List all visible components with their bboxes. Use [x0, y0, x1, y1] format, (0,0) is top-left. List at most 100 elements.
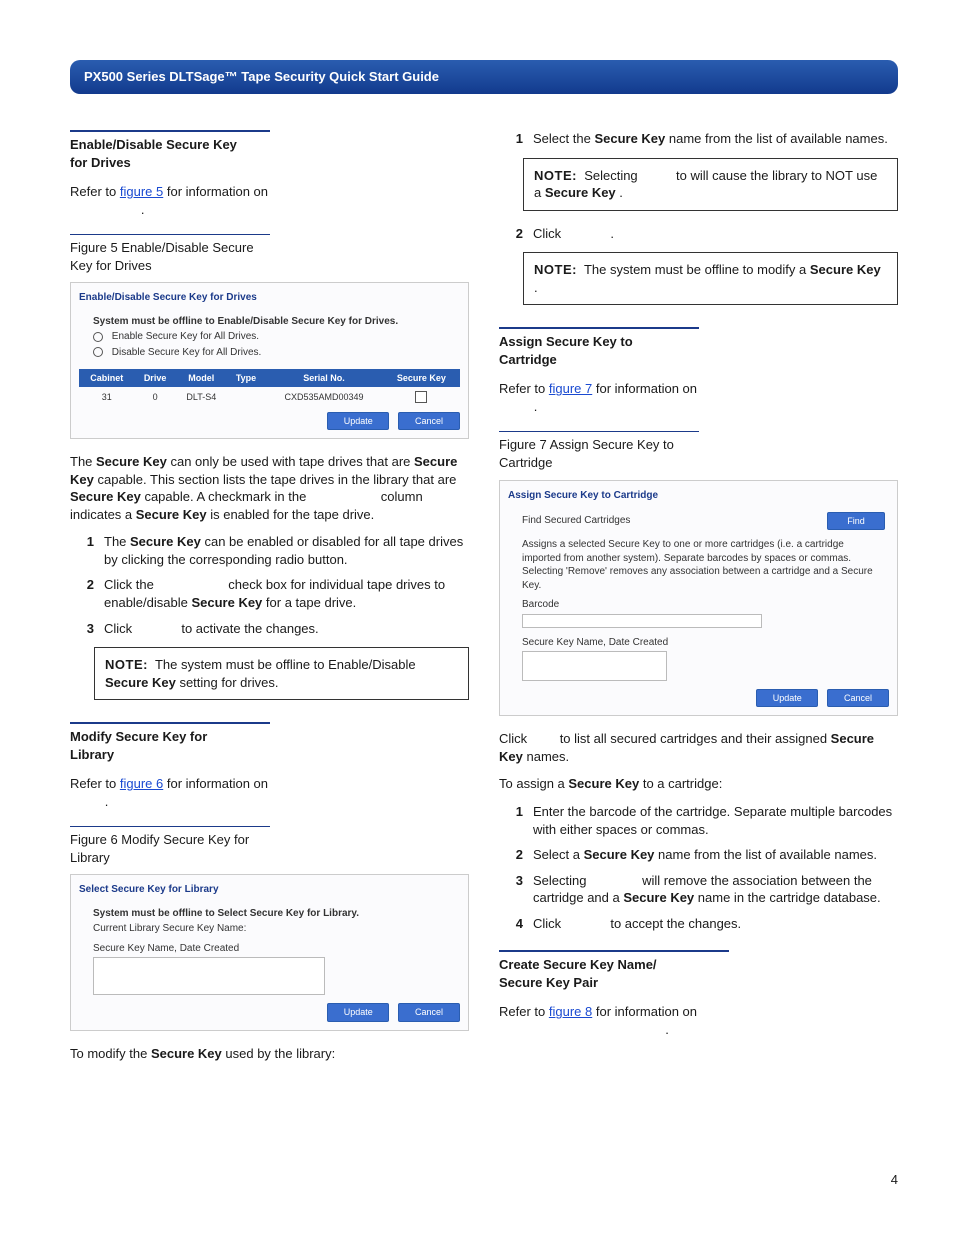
text: to a cartridge: [643, 776, 723, 791]
text: Refer to [499, 1004, 549, 1019]
text: to accept the changes. [610, 916, 741, 931]
figure-7-panel: Assign Secure Key to Cartridge Find Secu… [499, 480, 898, 717]
step-number: 1 [499, 803, 533, 838]
radio-icon[interactable] [93, 347, 103, 357]
secure-key-checkbox[interactable] [415, 391, 427, 403]
td: 0 [134, 387, 175, 406]
radio-label: Disable Secure Key for All Drives. [112, 347, 262, 358]
cancel-button[interactable]: Cancel [398, 1003, 460, 1021]
update-button[interactable]: Update [756, 689, 818, 707]
text-bold: Secure Key [136, 507, 207, 522]
ghost-text: place [70, 794, 101, 809]
text: Selecting [584, 168, 641, 183]
text: . [534, 280, 538, 295]
update-button[interactable]: Update [327, 412, 389, 430]
cancel-button[interactable]: Cancel [398, 412, 460, 430]
panel-title: Enable/Disable Secure Key for Drives [79, 291, 460, 305]
step-number: 2 [499, 225, 533, 243]
ghost-text: placeholder text placeholder [499, 1022, 662, 1037]
step-number: 1 [70, 533, 104, 568]
link-figure-6[interactable]: figure 6 [120, 776, 163, 791]
text: setting for drives. [179, 675, 278, 690]
text: The system must be offline to Enable/Dis… [155, 657, 416, 672]
find-button[interactable]: Find [827, 512, 885, 530]
link-figure-7[interactable]: figure 7 [549, 381, 592, 396]
text: for information on [167, 184, 268, 199]
panel-warning: System must be offline to Enable/Disable… [93, 315, 456, 329]
note-box: NOTE: The system must be offline to Enab… [94, 647, 469, 700]
text: for information on [167, 776, 268, 791]
secure-key-dropdown[interactable] [522, 651, 667, 681]
text: names. [526, 749, 569, 764]
text: Select the [533, 131, 594, 146]
td [227, 387, 265, 406]
update-button[interactable]: Update [327, 1003, 389, 1021]
text: Refer to [499, 381, 549, 396]
figure-rule [499, 431, 699, 432]
text-bold: Secure Key [584, 847, 655, 862]
text: Click [533, 916, 565, 931]
th: Type [227, 369, 265, 387]
text-bold: Secure Key [594, 131, 665, 146]
para: The Secure Key can only be used with tap… [70, 453, 469, 523]
list-item: 1 The Secure Key can be enabled or disab… [70, 533, 469, 568]
ghost-text: Find [531, 731, 560, 746]
page: PX500 Series DLTSage™ Tape Security Quic… [0, 0, 954, 1235]
section-title-create: Create Secure Key Name/ Secure Key Pair [499, 950, 729, 991]
barcode-field[interactable] [522, 614, 762, 628]
page-number: 4 [891, 1172, 898, 1187]
step-number: 3 [499, 872, 533, 907]
note-box: NOTE: The system must be offline to modi… [523, 252, 898, 305]
content-columns: Enable/Disable Secure Key for Drives Ref… [70, 130, 898, 1145]
current-key-label: Current Library Secure Key Name: [93, 922, 456, 936]
text: . [665, 1022, 669, 1037]
para: Refer to figure 6 for information on pla… [70, 775, 469, 810]
step-number: 1 [499, 130, 533, 148]
note-box: NOTE: Selecting None to will cause the l… [523, 158, 898, 211]
list-item: 4 Click Update to accept the changes. [499, 915, 898, 933]
radio-icon[interactable] [93, 332, 103, 342]
cancel-button[interactable]: Cancel [827, 689, 889, 707]
text-bold: Secure Key [105, 675, 176, 690]
radio-row-enable-all[interactable]: Enable Secure Key for All Drives. [93, 330, 456, 344]
panel-title: Select Secure Key for Library [79, 883, 460, 897]
step-number: 3 [70, 620, 104, 638]
radio-row-disable-all[interactable]: Disable Secure Key for All Drives. [93, 346, 456, 360]
text: Enter the barcode of the cartridge. Sepa… [533, 803, 898, 838]
text: . [619, 185, 623, 200]
text-bold: Secure Key [810, 262, 881, 277]
text: capable. This section lists the tape dri… [97, 472, 456, 487]
text-bold: Secure Key [623, 890, 694, 905]
text: is enabled for the tape drive. [210, 507, 374, 522]
text: The system must be offline to modify a [584, 262, 810, 277]
ghost-text: place [499, 399, 530, 414]
page-banner: PX500 Series DLTSage™ Tape Security Quic… [70, 60, 898, 94]
text-bold: Secure Key [545, 185, 616, 200]
figure-rule [70, 826, 270, 827]
list-item: 1 Select the Secure Key name from the li… [499, 130, 898, 148]
text-bold: Secure Key [151, 1046, 222, 1061]
list-item: 2 Click Update . [499, 225, 898, 243]
secure-key-dropdown[interactable] [93, 957, 325, 995]
text: to activate the changes. [181, 621, 318, 636]
text: Click [499, 731, 531, 746]
th: Model [176, 369, 227, 387]
steps-modify-2: 2 Click Update . [499, 225, 898, 243]
link-figure-8[interactable]: figure 8 [549, 1004, 592, 1019]
text: for a tape drive. [266, 595, 356, 610]
td: CXD535AMD00349 [265, 387, 383, 406]
sk-label: Secure Key Name, Date Created [522, 636, 885, 650]
text: name from the list of available names. [669, 131, 888, 146]
figure-5-caption: Figure 5 Enable/Disable Secure Key for D… [70, 239, 469, 274]
section-title-assign: Assign Secure Key to Cartridge [499, 327, 699, 368]
table-header-row: Cabinet Drive Model Type Serial No. Secu… [79, 369, 460, 387]
text: capable. A checkmark in the [144, 489, 306, 504]
para: Refer to figure 5 for information on pla… [70, 183, 469, 218]
text: Click [533, 226, 565, 241]
note-label: NOTE: [534, 168, 577, 183]
text: to list all secured cartridges and their… [560, 731, 831, 746]
text: Click the [104, 577, 157, 592]
text-bold: Secure Key [70, 489, 141, 504]
th: Cabinet [79, 369, 134, 387]
link-figure-5[interactable]: figure 5 [120, 184, 163, 199]
